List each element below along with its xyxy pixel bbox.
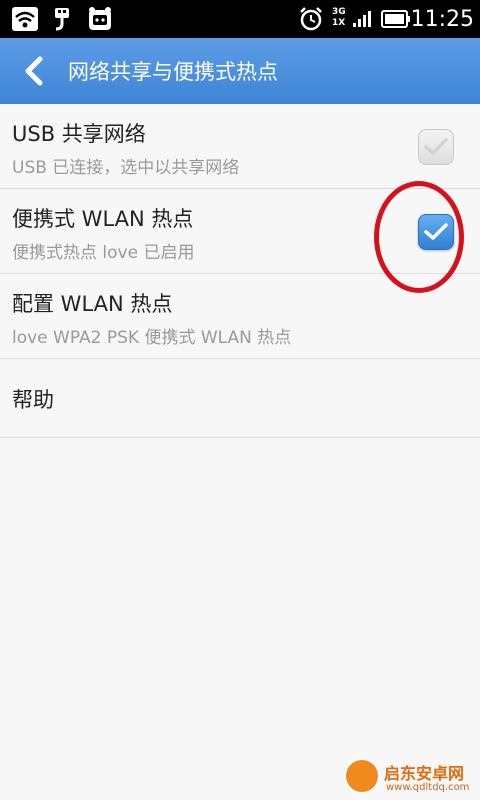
- usb-icon: [50, 0, 76, 38]
- battery-icon: [380, 0, 412, 38]
- annotation-circle: [374, 181, 464, 293]
- alarm-icon: [296, 0, 326, 38]
- signal-icon: [350, 0, 374, 38]
- page-title: 网络共享与便携式热点: [68, 60, 278, 84]
- back-button[interactable]: [14, 52, 54, 90]
- watermark-title: 启东安卓网: [384, 764, 465, 783]
- network-type-top: 3G: [332, 7, 346, 17]
- watermark: 启东安卓网 www.qdltdq.com: [342, 750, 480, 800]
- setting-usb-tethering[interactable]: USB 共享网络 USB 已连接，选中以共享网络: [0, 104, 480, 189]
- watermark-url: www.qdltdq.com: [386, 782, 470, 793]
- screen: 3G 1X 11:25 网络共享与便携式热点 USB 共享网络 USB 已连接，…: [0, 0, 480, 800]
- watermark-logo-icon: [344, 758, 380, 794]
- network-type-bottom: 1X: [332, 18, 346, 28]
- setting-title: 配置 WLAN 热点: [12, 292, 173, 316]
- network-type-indicator: 3G 1X: [332, 7, 346, 29]
- action-bar: 网络共享与便携式热点: [0, 38, 480, 104]
- setting-subtitle: 便携式热点 love 已启用: [12, 243, 195, 263]
- status-time: 11:25: [410, 6, 474, 32]
- chevron-left-icon: [25, 56, 43, 86]
- setting-help[interactable]: 帮助: [0, 359, 480, 438]
- notification-app-icon: [86, 0, 114, 38]
- setting-title: USB 共享网络: [12, 122, 146, 146]
- setting-subtitle: love WPA2 PSK 便携式 WLAN 热点: [12, 328, 292, 348]
- check-icon: [424, 138, 448, 155]
- setting-title: 帮助: [12, 388, 54, 412]
- usb-tethering-checkbox[interactable]: [418, 129, 454, 165]
- setting-subtitle: USB 已连接，选中以共享网络: [12, 158, 240, 178]
- wifi-hotspot-icon: [10, 0, 40, 38]
- setting-title: 便携式 WLAN 热点: [12, 207, 194, 231]
- status-bar: 3G 1X 11:25: [0, 0, 480, 38]
